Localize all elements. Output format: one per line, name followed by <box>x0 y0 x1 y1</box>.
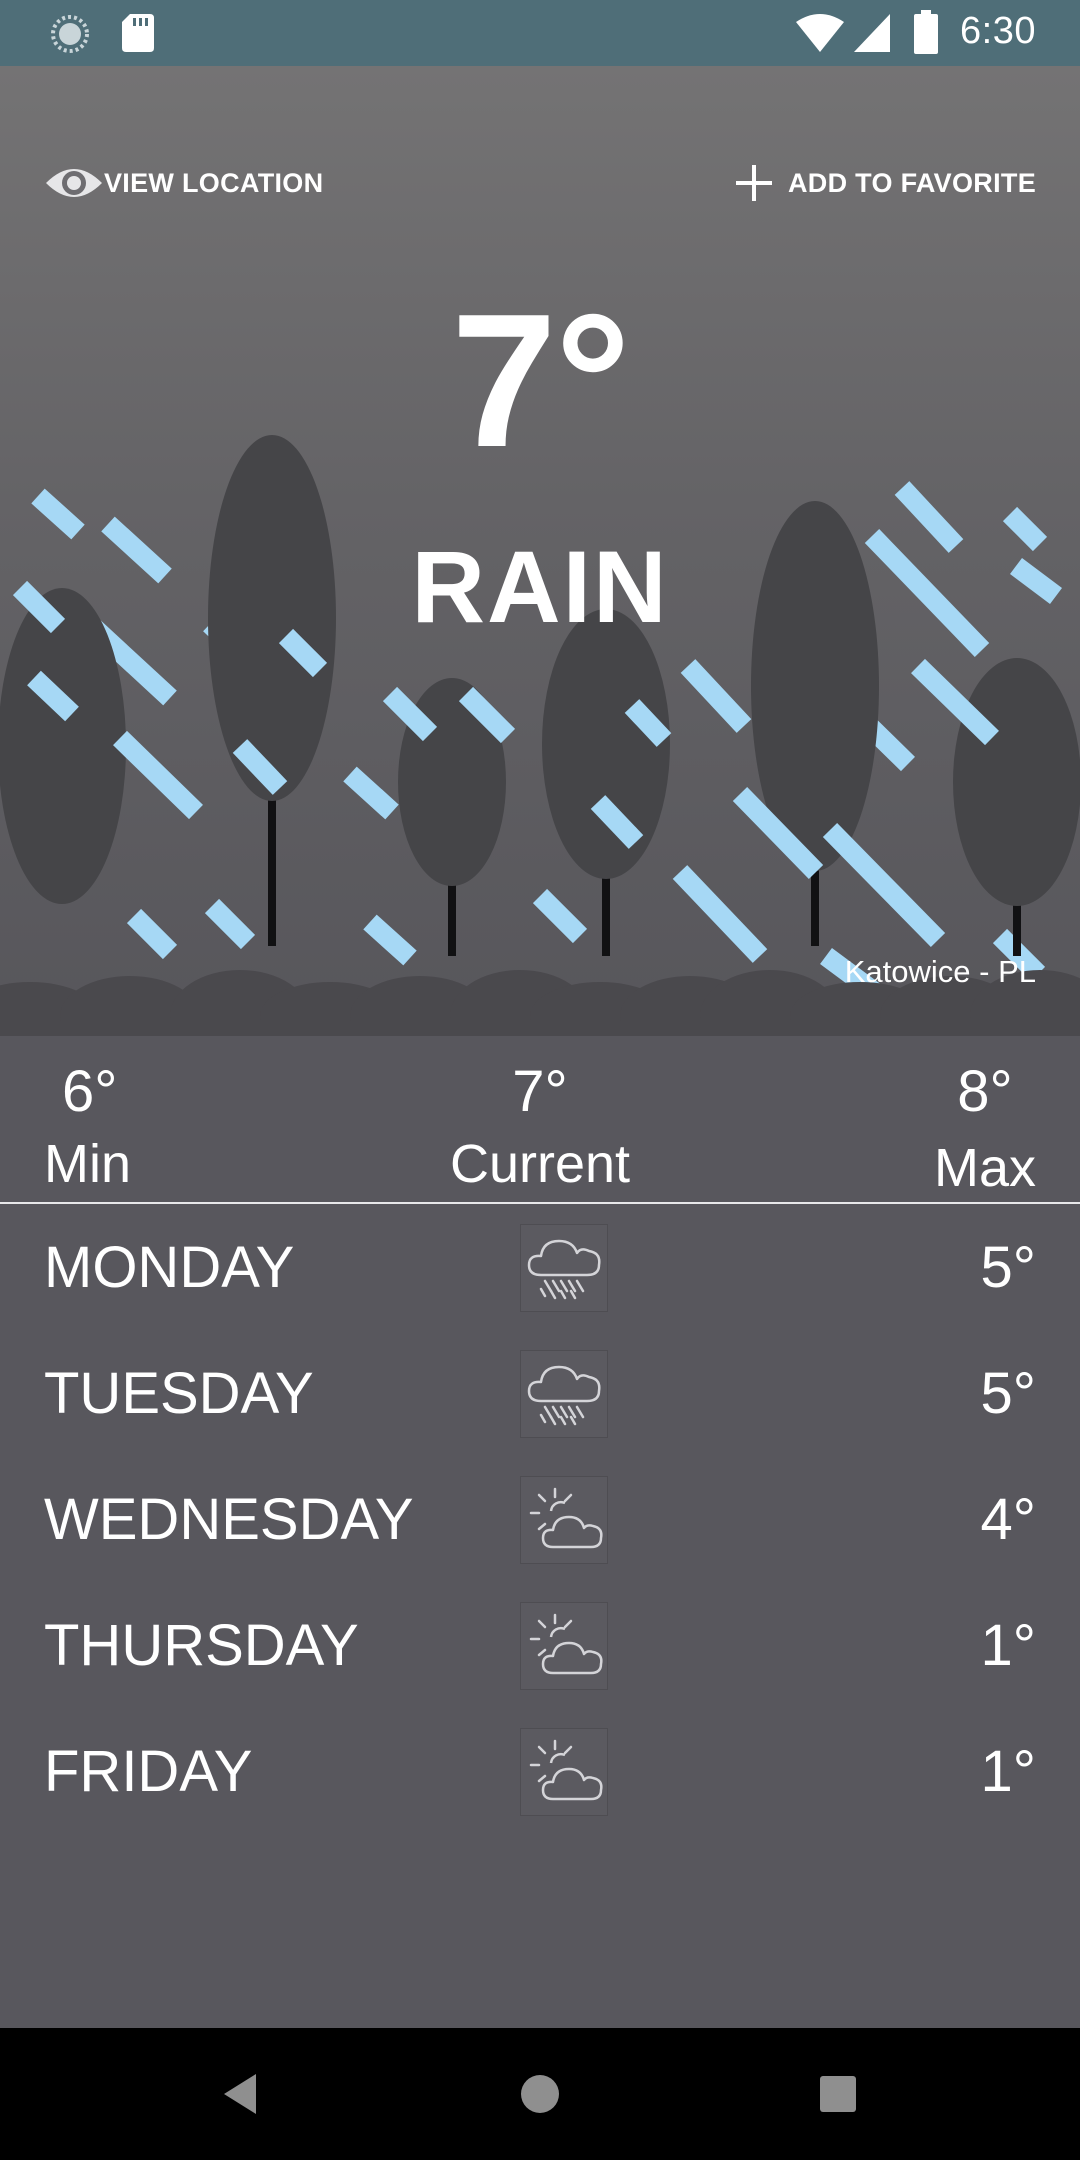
day-temperature: 1° <box>980 1613 1036 1678</box>
view-location-label: VIEW LOCATION <box>104 167 324 198</box>
current-label: Current <box>449 1134 631 1194</box>
rain-drop <box>363 914 417 966</box>
forecast-row[interactable]: THURSDAY 1° <box>0 1584 1080 1710</box>
add-to-favorite-button[interactable]: ADD TO FAVORITE <box>734 153 1036 213</box>
plus-icon <box>735 165 772 201</box>
clock: 6:30 <box>960 10 1036 52</box>
rain-drop <box>822 822 946 948</box>
forecast-row[interactable]: MONDAY 5° <box>0 1206 1080 1332</box>
sd-card-icon <box>122 14 154 52</box>
rain-drop <box>31 488 85 540</box>
wifi-icon <box>796 14 844 52</box>
rain-drop <box>680 659 752 733</box>
rain-drop <box>204 898 256 950</box>
divider <box>0 1202 1080 1204</box>
forecast-row[interactable]: TUESDAY 5° <box>0 1332 1080 1458</box>
location-label: Katowice - PL <box>844 954 1036 989</box>
day-temperature: 1° <box>980 1739 1036 1804</box>
current-temperature: 7° <box>451 275 631 487</box>
tree-crown <box>953 658 1080 906</box>
spinner-icon <box>51 15 89 53</box>
rain-drop <box>343 766 399 820</box>
weather-condition: RAIN <box>411 530 669 644</box>
eye-icon <box>46 169 102 197</box>
max-label: Max <box>933 1138 1036 1198</box>
cellular-icon <box>854 14 890 52</box>
rain-drop <box>126 908 178 960</box>
add-to-favorite-label: ADD TO FAVORITE <box>787 167 1036 198</box>
day-temperature: 4° <box>980 1487 1036 1552</box>
rain-drop <box>672 865 768 963</box>
forecast-row[interactable]: FRIDAY 1° <box>0 1710 1080 1836</box>
current-temperature-summary: 7° Current <box>430 1059 650 1194</box>
recents-icon[interactable] <box>812 2068 864 2120</box>
forecast-row[interactable]: WEDNESDAY 4° <box>0 1458 1080 1584</box>
day-name: MONDAY <box>44 1235 295 1300</box>
navigation-bar <box>0 2028 1080 2160</box>
day-name: WEDNESDAY <box>44 1487 414 1552</box>
rain-drop <box>532 888 588 944</box>
current-value: 7° <box>512 1059 568 1124</box>
max-temperature: 8° Max <box>933 1059 1036 1198</box>
rain-drop <box>113 730 203 820</box>
partly-cloudy-icon <box>520 1602 608 1690</box>
min-value: 6° <box>62 1059 118 1124</box>
ground <box>0 1021 1080 1036</box>
max-value: 8° <box>957 1059 1013 1124</box>
day-temperature: 5° <box>980 1235 1036 1300</box>
day-name: TUESDAY <box>44 1361 314 1426</box>
weather-hero: VIEW LOCATION ADD TO FAVORITE 7° RAIN Ka… <box>0 66 1080 1036</box>
tree-crown <box>542 609 670 879</box>
day-name: FRIDAY <box>44 1739 253 1804</box>
day-name: THURSDAY <box>44 1613 359 1678</box>
day-temperature: 5° <box>980 1361 1036 1426</box>
partly-cloudy-icon <box>520 1476 608 1564</box>
partly-cloudy-icon <box>520 1728 608 1816</box>
rain-cloud-icon <box>520 1350 608 1438</box>
battery-icon <box>914 10 938 54</box>
status-bar: 6:30 <box>0 0 1080 66</box>
home-icon[interactable] <box>514 2068 566 2120</box>
rain-cloud-icon <box>520 1224 608 1312</box>
view-location-button[interactable]: VIEW LOCATION <box>44 153 323 213</box>
min-label: Min <box>44 1134 132 1194</box>
back-icon[interactable] <box>216 2068 268 2120</box>
min-temperature: 6° Min <box>44 1059 132 1194</box>
